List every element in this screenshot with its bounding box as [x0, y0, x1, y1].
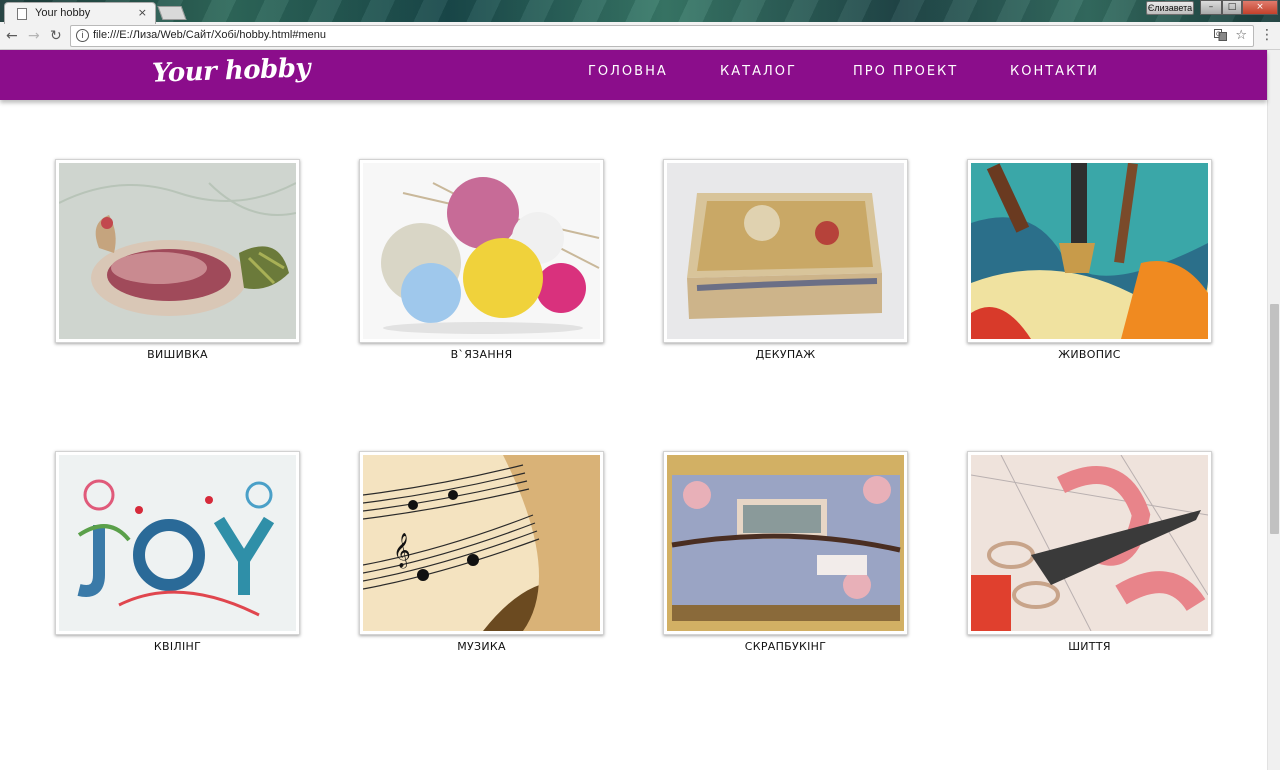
bookmark-star-icon[interactable]: ☆ [1235, 28, 1247, 43]
close-tab-icon[interactable]: × [138, 6, 147, 19]
scrapbook-album-image [667, 455, 904, 631]
catalog-image[interactable] [359, 159, 604, 343]
forward-icon[interactable]: → [28, 27, 40, 45]
maximize-button[interactable]: □ [1222, 0, 1242, 15]
catalog-label[interactable]: ШИТТЯ [967, 640, 1212, 653]
back-icon[interactable]: ← [6, 27, 18, 45]
reload-icon[interactable]: ↻ [50, 27, 62, 45]
catalog-image[interactable] [663, 451, 908, 635]
site-logo[interactable]: Your hobby [152, 53, 311, 88]
catalog-item-knitting[interactable]: В`ЯЗАННЯ [359, 159, 604, 361]
new-tab-button[interactable] [157, 6, 187, 20]
minimize-button[interactable]: – [1200, 0, 1222, 15]
page-scrollbar[interactable] [1267, 50, 1280, 770]
browser-tab[interactable]: Your hobby × [4, 2, 156, 24]
info-icon[interactable]: i [76, 29, 89, 42]
catalog-label[interactable]: ДЕКУПАЖ [663, 348, 908, 361]
address-bar[interactable]: i file:///E:/Лиза/Web/Сайт/Хобі/hobby.ht… [70, 25, 1254, 47]
catalog-item-quilling[interactable]: КВІЛІНГ [55, 451, 300, 653]
svg-text:𝄞: 𝄞 [393, 533, 411, 569]
sheet-music-image: 𝄞 [363, 455, 600, 631]
quilling-joy-image [59, 455, 296, 631]
browser-toolbar: ← → ↻ i file:///E:/Лиза/Web/Сайт/Хобі/ho… [0, 22, 1280, 50]
catalog-label[interactable]: ВИШИВКА [55, 348, 300, 361]
browser-menu-icon[interactable]: ⋮ [1260, 26, 1274, 44]
catalog-image[interactable] [55, 159, 300, 343]
embroidery-image [59, 163, 296, 339]
profile-button[interactable]: Єлизавета [1146, 1, 1194, 15]
paint-brushes-image [971, 163, 1208, 339]
close-window-button[interactable]: × [1242, 0, 1278, 15]
catalog-image[interactable] [663, 159, 908, 343]
scissors-tape-image [971, 455, 1208, 631]
url-text[interactable]: file:///E:/Лиза/Web/Сайт/Хобі/hobby.html… [93, 29, 326, 41]
menu-item-home[interactable]: ГОЛОВНА [588, 64, 668, 79]
catalog-image[interactable] [967, 451, 1212, 635]
catalog-item-sewing[interactable]: ШИТТЯ [967, 451, 1212, 653]
window-titlebar [0, 0, 1280, 22]
catalog-image[interactable]: 𝄞 [359, 451, 604, 635]
catalog-label[interactable]: ЖИВОПИС [967, 348, 1212, 361]
catalog-label[interactable]: МУЗИКА [359, 640, 604, 653]
site-header: Your hobby ГОЛОВНА КАТАЛОГ ПРО ПРОЕКТ КО… [0, 50, 1267, 100]
catalog-label[interactable]: КВІЛІНГ [55, 640, 300, 653]
catalog-image[interactable] [967, 159, 1212, 343]
menu-item-about[interactable]: ПРО ПРОЕКТ [853, 64, 958, 79]
menu-item-contacts[interactable]: КОНТАКТИ [1010, 64, 1099, 79]
translate-icon[interactable]: G [1214, 29, 1227, 44]
catalog-label[interactable]: СКРАПБУКІНГ [663, 640, 908, 653]
svg-text:G: G [1216, 31, 1221, 38]
yarn-balls-image [363, 163, 600, 339]
tab-title: Your hobby [35, 7, 91, 19]
catalog-item-embroidery[interactable]: ВИШИВКА [55, 159, 300, 361]
scrollbar-thumb[interactable] [1270, 304, 1279, 534]
catalog-item-music[interactable]: 𝄞 МУЗИКА [359, 451, 604, 653]
menu-item-catalog[interactable]: КАТАЛОГ [720, 64, 797, 79]
catalog-gallery: ВИШИВКА В`ЯЗАННЯ ДЕКУПАЖ ЖИВОПИС КВІЛІНГ… [0, 100, 1267, 770]
decoupage-box-image [667, 163, 904, 339]
catalog-item-scrapbooking[interactable]: СКРАПБУКІНГ [663, 451, 908, 653]
catalog-image[interactable] [55, 451, 300, 635]
catalog-label[interactable]: В`ЯЗАННЯ [359, 348, 604, 361]
page-icon [17, 8, 27, 20]
catalog-item-painting[interactable]: ЖИВОПИС [967, 159, 1212, 361]
catalog-item-decoupage[interactable]: ДЕКУПАЖ [663, 159, 908, 361]
